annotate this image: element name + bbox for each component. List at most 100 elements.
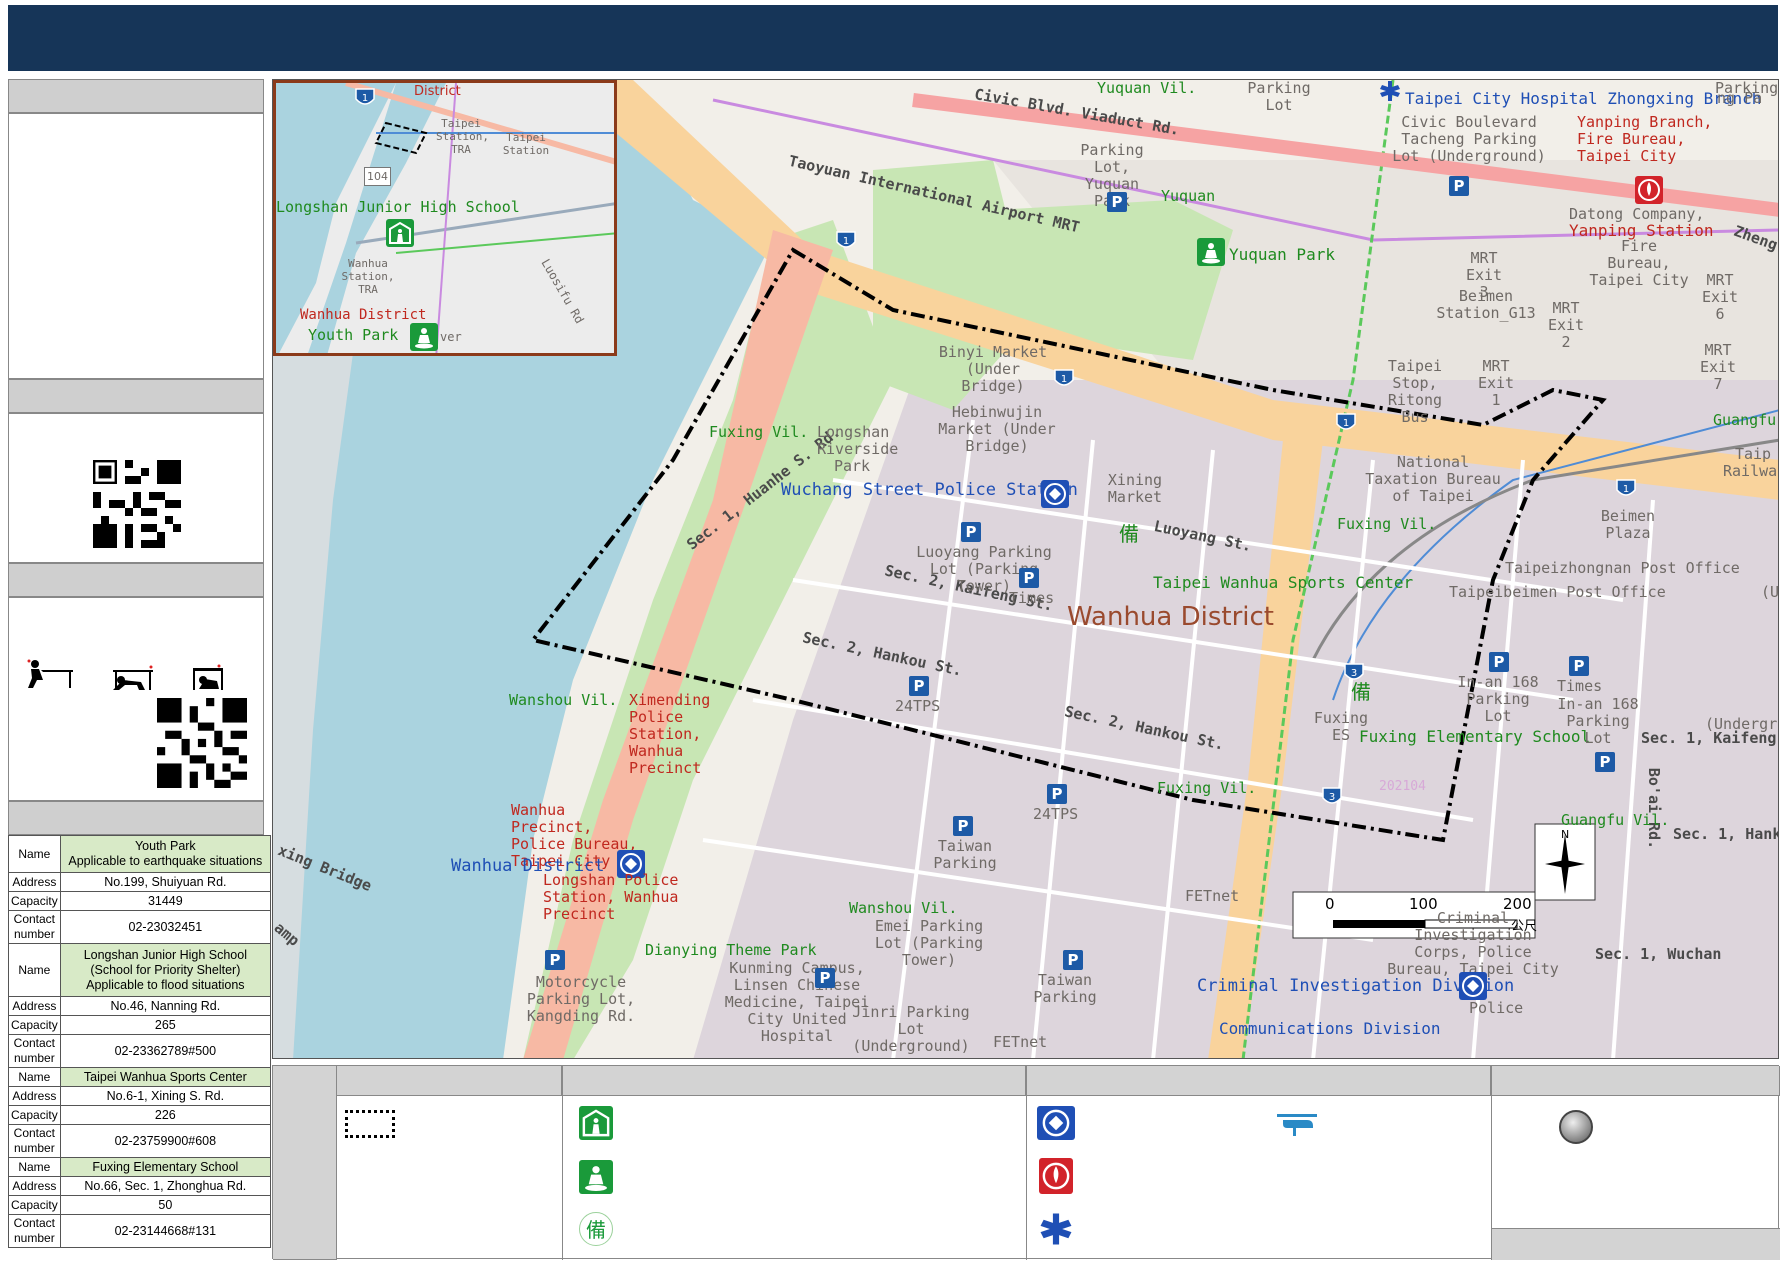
communications-division-label: Communications Division — [1219, 1019, 1441, 1038]
inset-road-104: 104 — [364, 167, 391, 186]
civic-parking-label: Civic Boulevard Tacheng Parking Lot (Und… — [1392, 113, 1546, 165]
shelter-contact: 02-23032451 — [59, 910, 272, 944]
police-small-label: Police — [1469, 999, 1524, 1017]
shelter-capacity: 50 — [59, 1195, 272, 1215]
taipei-railway-label: Taip Railway — [1723, 445, 1778, 480]
wanshou-vil2-label: Wanshou Vil. — [849, 899, 958, 917]
capacity-key: Capacity — [8, 1105, 61, 1125]
highway-1-icon: 1 — [1053, 368, 1075, 390]
panel-header-3 — [8, 563, 264, 597]
road-boai: Bo'ai Rd. — [1645, 767, 1664, 850]
tps24-b-label: 24TPS — [1033, 805, 1079, 823]
shelter-name-line: Longshan Junior High School — [83, 947, 247, 962]
parking-icon[interactable]: P — [1595, 752, 1615, 772]
shelter-capacity: 226 — [59, 1105, 272, 1125]
table-row: Address No.66, Sec. 1, Zhonghua Rd. — [8, 1176, 272, 1196]
park-shelter-icon[interactable] — [1197, 238, 1225, 266]
park-shelter-icon — [579, 1160, 613, 1194]
inset-longshan-jhs-label: Longshan Junior High School — [276, 198, 520, 216]
fire-station-icon — [1039, 1158, 1073, 1194]
inset-map[interactable]: District Taipei Station, TRA Taipei Stat… — [273, 80, 617, 356]
parking-icon[interactable]: P — [953, 816, 973, 836]
table-row: Address No.199, Shuiyuan Rd. — [8, 872, 272, 892]
fuxing-vil-left-label: Fuxing Vil. — [709, 423, 809, 441]
standby-shelter-icon[interactable]: 備 — [1119, 524, 1139, 544]
highway-3-number: 3 — [1329, 792, 1335, 803]
hospital-label: Taipei City Hospital Zhongxing Branch — [1405, 89, 1762, 108]
parking-icon[interactable]: P — [1047, 784, 1067, 804]
police-icon[interactable] — [1459, 972, 1487, 1000]
name-key: Name — [8, 835, 61, 873]
highway-1-number: 1 — [1061, 374, 1067, 385]
fire-station-icon[interactable] — [1635, 176, 1663, 204]
parking-icon[interactable]: P — [1489, 652, 1509, 672]
parking-icon[interactable]: P — [815, 968, 835, 988]
contact-key-line: number — [14, 1051, 55, 1065]
shelter-capacity: 265 — [59, 1015, 272, 1035]
fuxing-vil-center-label: Fuxing Vil. — [1157, 779, 1257, 797]
police-icon[interactable] — [1041, 480, 1069, 508]
hebinwujin-market-label: Hebinwujin Market (Under Bridge) — [938, 403, 1056, 455]
table-row: Name Fuxing Elementary School — [8, 1157, 272, 1177]
beimen-plaza-label: Beimen Plaza — [1600, 507, 1656, 542]
legend-divider — [1491, 1066, 1492, 1260]
inset-park-shelter-icon[interactable] — [410, 323, 438, 351]
address-key: Address — [8, 1176, 61, 1196]
table-row: Contact number 02-23362789#500 — [8, 1034, 272, 1068]
parking-icon[interactable]: P — [1063, 950, 1083, 970]
legend-divider — [1026, 1066, 1027, 1260]
parking-icon[interactable]: P — [1569, 656, 1589, 676]
mrt-exit6-label: MRT Exit 6 — [1701, 271, 1739, 323]
legend-header-services — [1026, 1066, 1491, 1096]
shelter-address: No.6-1, Xining S. Rd. — [59, 1086, 272, 1106]
qr-code-safety-icon[interactable] — [157, 698, 247, 788]
inset-highway-1-number: 1 — [362, 93, 368, 104]
standby-shelter-icon[interactable]: 備 — [1351, 682, 1371, 702]
underground-right-label: (Undergr — [1705, 715, 1778, 733]
xining-market-label: Xining Market — [1107, 471, 1163, 506]
sports-center-label: Taipei Wanhua Sports Center — [1153, 573, 1414, 592]
table-row: Name Youth Park Applicable to earthquake… — [8, 835, 272, 873]
highway-1-number: 1 — [843, 236, 849, 247]
map-canvas[interactable]: District Taipei Station, TRA Taipei Stat… — [272, 79, 1779, 1059]
yuquan-vil-label: Yuquan Vil. — [1097, 79, 1197, 97]
drop-icon — [27, 659, 73, 688]
parking-icon[interactable]: P — [1019, 568, 1039, 588]
highway-1-number: 1 — [1343, 418, 1349, 429]
address-key: Address — [8, 996, 61, 1016]
table-row: Address No.46, Nanning Rd. — [8, 996, 272, 1016]
inan-parking-label: In-an 168 Parking Lot — [1457, 673, 1539, 725]
parking-icon[interactable]: P — [961, 522, 981, 542]
legend: 備 — [272, 1065, 1780, 1260]
north-label: N — [1561, 828, 1570, 841]
guangfu-vil-label: Guangfu Vil. — [1561, 811, 1670, 829]
highway-1-icon: 1 — [835, 230, 857, 252]
table-row: Name Taipei Wanhua Sports Center — [8, 1067, 272, 1087]
legend-header-boundary — [337, 1066, 562, 1096]
capacity-key: Capacity — [8, 1015, 61, 1035]
inset-shelter-icon[interactable] — [386, 219, 414, 247]
qr-code-icon[interactable] — [93, 460, 181, 548]
dianying-label: Dianying Theme Park — [645, 941, 817, 959]
inan2-label: In-an 168 Parking Lot — [1557, 695, 1639, 747]
hold-on-icon — [193, 664, 223, 690]
highway-1-icon: 1 — [1615, 478, 1637, 500]
inset-youth-park-label: Youth Park — [308, 326, 399, 344]
jinri-parking-label: Jinri Parking Lot (Underground) — [852, 1003, 970, 1055]
mrt-exit1-label: MRT Exit 1 — [1477, 357, 1515, 409]
parking-icon[interactable]: P — [1449, 176, 1469, 196]
table-row: Contact number 02-23032451 — [8, 910, 272, 944]
u-label: (U — [1761, 583, 1779, 601]
panel-body-3 — [8, 597, 264, 801]
shelter-icon — [579, 1106, 613, 1140]
tps24-a-label: 24TPS — [895, 697, 941, 715]
helicopter-icon — [1273, 1110, 1321, 1138]
parking-icon[interactable]: P — [1107, 192, 1127, 212]
parking-icon[interactable]: P — [909, 676, 929, 696]
police-icon — [1037, 1106, 1075, 1140]
hospital-icon[interactable] — [1379, 80, 1401, 102]
yuquan-small-label: Yuquan — [1161, 187, 1216, 205]
beimen-post-label: Taipeibeimen Post Office — [1449, 583, 1666, 601]
panel-body-2 — [8, 413, 264, 563]
parking-icon[interactable]: P — [545, 950, 565, 970]
